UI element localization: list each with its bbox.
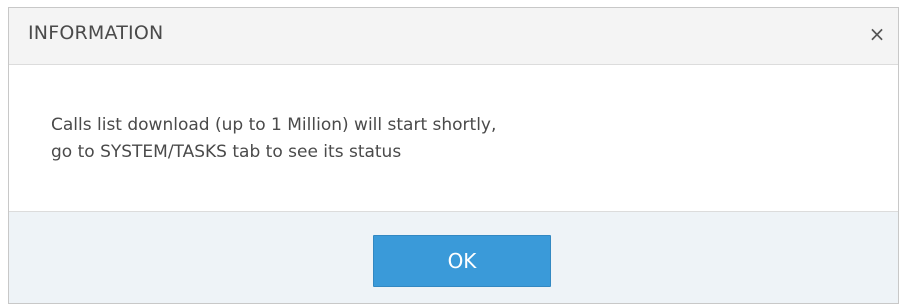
dialog-body: Calls list download (up to 1 Million) wi…: [9, 65, 898, 212]
information-dialog: INFORMATION × Calls list download (up to…: [8, 7, 899, 304]
dialog-title: INFORMATION: [28, 22, 164, 44]
dialog-message: Calls list download (up to 1 Million) wi…: [51, 112, 496, 166]
message-line-2: go to SYSTEM/TASKS tab to see its status: [51, 142, 402, 162]
dialog-footer: OK: [9, 212, 898, 303]
dialog-header: INFORMATION ×: [9, 8, 898, 65]
message-line-1: Calls list download (up to 1 Million) wi…: [51, 115, 497, 135]
close-icon[interactable]: ×: [866, 22, 888, 46]
ok-button[interactable]: OK: [373, 235, 551, 287]
